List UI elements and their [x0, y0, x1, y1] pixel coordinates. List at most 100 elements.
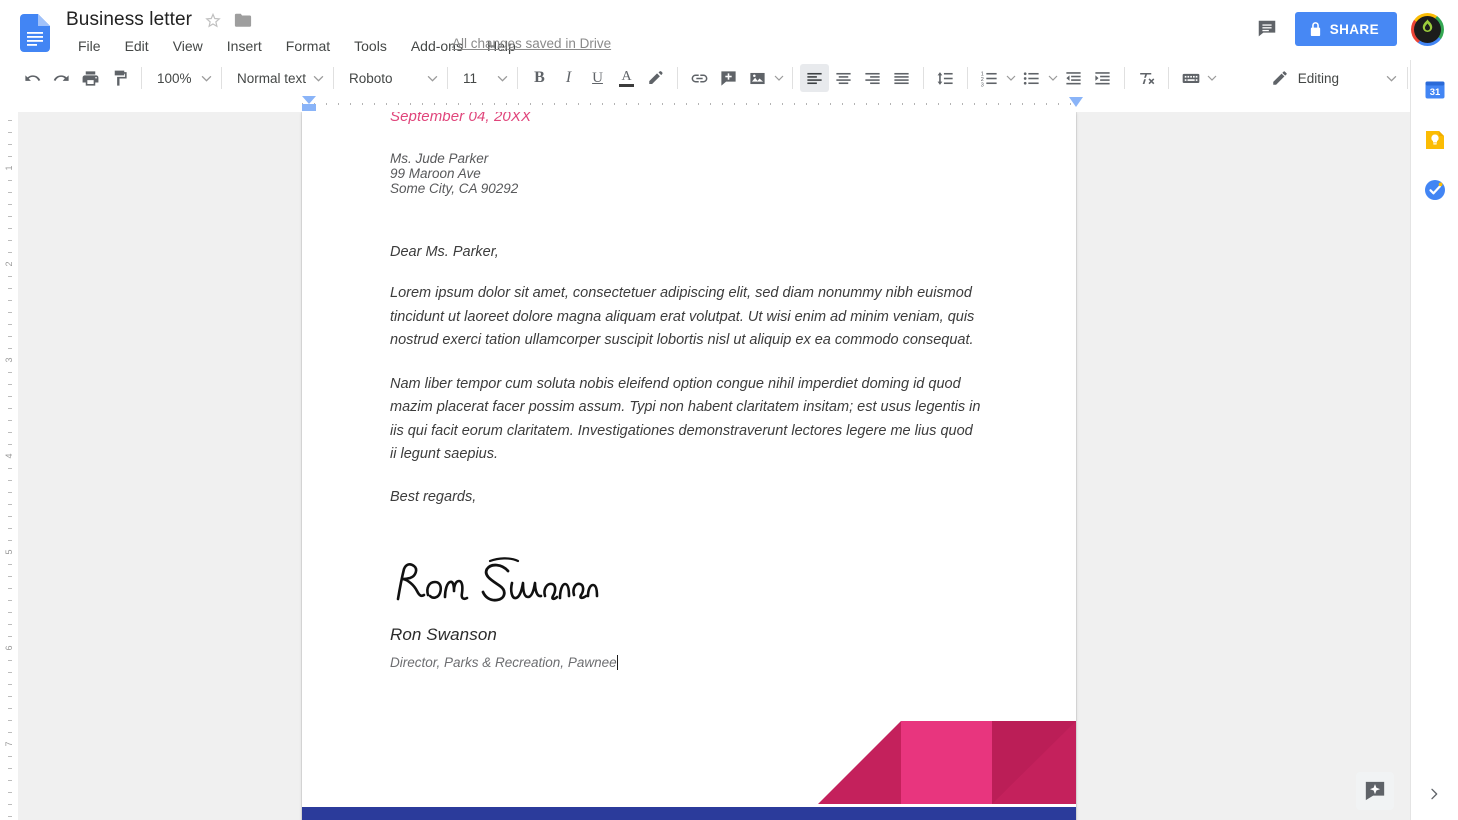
- ruler-tick: [590, 103, 591, 105]
- paragraph-style-dropdown[interactable]: Normal text: [229, 64, 326, 92]
- vertical-ruler[interactable]: 1 2 3 4 5 6 7: [0, 112, 18, 820]
- ruler-tick: [734, 103, 735, 105]
- document-page[interactable]: September 04, 20XX Ms. Jude Parker 99 Ma…: [302, 112, 1076, 820]
- google-tasks-icon[interactable]: [1423, 178, 1447, 202]
- editing-mode-label: Editing: [1297, 70, 1339, 86]
- google-keep-icon[interactable]: [1423, 128, 1447, 152]
- ruler-number: 3: [4, 357, 14, 363]
- add-comment-icon[interactable]: [714, 64, 743, 92]
- ruler-tick: [602, 103, 603, 105]
- address-line: 99 Maroon Ave: [390, 166, 481, 181]
- ruler-tick: [638, 103, 639, 105]
- explore-button[interactable]: [1356, 772, 1394, 810]
- numbered-list-icon[interactable]: 1 2 3: [975, 64, 1004, 92]
- left-indent-marker[interactable]: [302, 104, 316, 111]
- ruler-tick: [806, 103, 807, 105]
- share-button[interactable]: SHARE: [1294, 12, 1397, 46]
- ruler-tick: [8, 708, 12, 709]
- ruler-tick: [626, 103, 627, 105]
- ruler-tick: [8, 384, 12, 385]
- input-tools-keyboard-icon[interactable]: [1176, 64, 1205, 92]
- signer-role: Director, Parks & Recreation, Pawnee: [390, 654, 618, 672]
- menu-tools[interactable]: Tools: [342, 34, 399, 58]
- footer-triangle-shape: [818, 721, 901, 804]
- zoom-dropdown[interactable]: 100%: [149, 64, 214, 92]
- ruler-tick: [1010, 103, 1011, 105]
- ruler-tick: [8, 600, 12, 601]
- star-icon[interactable]: [204, 11, 222, 29]
- increase-indent-icon[interactable]: [1088, 64, 1117, 92]
- ruler-tick: [8, 672, 12, 673]
- numbered-list-chevron-down-icon[interactable]: [1004, 64, 1017, 92]
- first-line-indent-marker[interactable]: [302, 96, 316, 104]
- ruler-tick: [8, 660, 12, 661]
- align-justify-icon[interactable]: [887, 64, 916, 92]
- right-indent-marker[interactable]: [1069, 97, 1083, 107]
- ruler-number: 6: [4, 645, 14, 651]
- ruler-tick: [8, 504, 12, 505]
- paint-format-icon[interactable]: [105, 64, 134, 92]
- input-tools-chevron-down-icon[interactable]: [1205, 64, 1218, 92]
- bold-button[interactable]: B: [525, 64, 554, 92]
- editing-mode-dropdown[interactable]: Editing: [1263, 64, 1401, 92]
- right-side-panel: 31: [1410, 60, 1458, 820]
- google-docs-icon[interactable]: [20, 14, 50, 52]
- ruler-tick: [746, 103, 747, 105]
- image-options-chevron-down-icon[interactable]: [772, 64, 785, 92]
- underline-button[interactable]: U: [583, 64, 612, 92]
- ruler-tick: [650, 103, 651, 105]
- save-status[interactable]: All changes saved in Drive: [452, 34, 611, 54]
- bulleted-list-icon[interactable]: [1017, 64, 1046, 92]
- chevron-right-icon[interactable]: [1420, 780, 1448, 808]
- signer-role-text: Director, Parks & Recreation, Pawnee: [390, 654, 617, 670]
- ruler-tick: [446, 103, 447, 105]
- clear-formatting-icon[interactable]: [1132, 64, 1161, 92]
- page-title[interactable]: Business letter: [66, 8, 192, 32]
- font-size-dropdown[interactable]: 11: [455, 64, 510, 92]
- italic-button[interactable]: I: [554, 64, 583, 92]
- document-canvas[interactable]: September 04, 20XX Ms. Jude Parker 99 Ma…: [18, 112, 1410, 820]
- letter-date: September 04, 20XX: [390, 112, 532, 125]
- horizontal-ruler[interactable]: [0, 96, 1410, 112]
- menu-file[interactable]: File: [66, 34, 113, 58]
- undo-icon[interactable]: [18, 64, 47, 92]
- redo-icon[interactable]: [47, 64, 76, 92]
- line-spacing-icon[interactable]: [931, 64, 960, 92]
- avatar[interactable]: [1411, 12, 1444, 46]
- folder-icon[interactable]: [234, 12, 252, 28]
- print-icon[interactable]: [76, 64, 105, 92]
- document-body[interactable]: September 04, 20XX Ms. Jude Parker 99 Ma…: [390, 112, 990, 672]
- ruler-tick: [974, 103, 975, 105]
- ruler-tick: [998, 103, 999, 105]
- align-right-icon[interactable]: [858, 64, 887, 92]
- ruler-tick: [374, 103, 375, 105]
- handwritten-signature-ron-swanson[interactable]: [390, 555, 990, 617]
- align-center-icon[interactable]: [829, 64, 858, 92]
- toolbar-separator: [1168, 67, 1169, 89]
- highlight-pen-icon[interactable]: [641, 64, 670, 92]
- toolbar-separator: [677, 67, 678, 89]
- insert-image-icon[interactable]: [743, 64, 772, 92]
- menu-insert[interactable]: Insert: [215, 34, 274, 58]
- underline-label: U: [592, 69, 603, 86]
- insert-link-icon[interactable]: [685, 64, 714, 92]
- toolbar-separator: [967, 67, 968, 89]
- font-family-dropdown[interactable]: Roboto: [341, 64, 440, 92]
- bulleted-list-chevron-down-icon[interactable]: [1046, 64, 1059, 92]
- menu-edit[interactable]: Edit: [113, 34, 161, 58]
- decrease-indent-icon[interactable]: [1059, 64, 1088, 92]
- menu-view[interactable]: View: [161, 34, 215, 58]
- ruler-tick: [518, 103, 519, 105]
- text-color-button[interactable]: A: [612, 64, 641, 92]
- menu-format[interactable]: Format: [274, 34, 342, 58]
- google-calendar-icon[interactable]: 31: [1423, 78, 1447, 102]
- ruler-tick: [842, 103, 843, 105]
- font-size-value: 11: [463, 70, 478, 86]
- comment-icon[interactable]: [1253, 15, 1281, 43]
- ruler-tick: [8, 492, 12, 493]
- ruler-tick: [434, 103, 435, 105]
- align-left-icon[interactable]: [800, 64, 829, 92]
- ruler-tick: [8, 684, 12, 685]
- ruler-tick: [818, 103, 819, 105]
- ruler-number: 1: [4, 165, 14, 171]
